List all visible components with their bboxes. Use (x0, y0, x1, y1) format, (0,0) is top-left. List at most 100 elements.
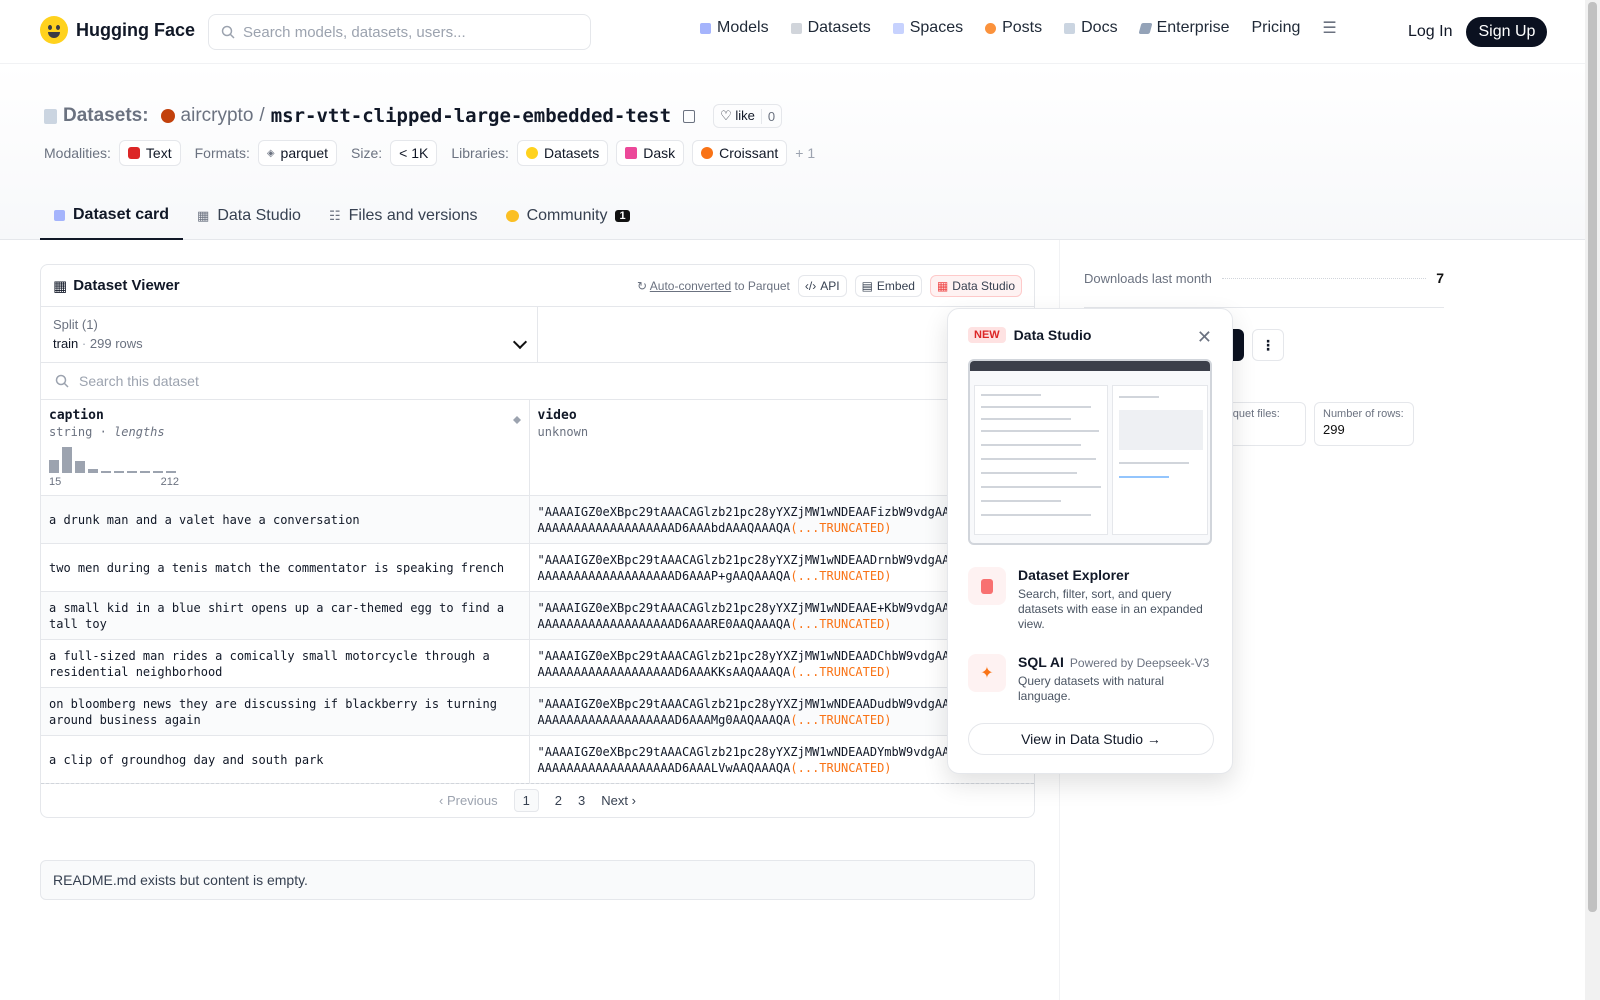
table-icon: ▦ (197, 208, 210, 223)
table-row[interactable]: a small kid in a blue shirt opens up a c… (41, 592, 1034, 640)
tag-library-datasets[interactable]: Datasets (516, 140, 609, 166)
more-options-icon[interactable]: ⋮ (1252, 329, 1284, 361)
histogram-bar (127, 471, 137, 473)
formats-label: Formats: (194, 145, 250, 161)
caption-cell[interactable]: two men during a tenis match the comment… (41, 544, 530, 591)
repo-name[interactable]: msr-vtt-clipped-large-embedded-test (271, 105, 671, 127)
truncated-label: (...TRUNCATED) (790, 664, 892, 679)
tab-files-and-versions[interactable]: ☷ Files and versions (315, 196, 492, 240)
histogram-bar (75, 461, 85, 473)
like-count: 0 (760, 108, 781, 124)
page-1-button[interactable]: 1 (513, 789, 539, 812)
docs-icon (1064, 22, 1076, 34)
histogram-bar (49, 460, 59, 473)
table-row[interactable]: on bloomberg news they are discussing if… (41, 688, 1034, 736)
global-search[interactable] (208, 14, 591, 50)
tag-modality-text[interactable]: Text (118, 140, 181, 166)
view-in-data-studio-button[interactable]: View in Data Studio → (968, 723, 1214, 755)
like-button[interactable]: ♡ like 0 (713, 104, 783, 128)
section-label[interactable]: Datasets: (63, 105, 149, 127)
nav-docs[interactable]: Docs (1064, 19, 1118, 37)
caption-cell[interactable]: a full-sized man rides a comically small… (41, 640, 530, 687)
repo-owner[interactable]: aircrypto (181, 105, 254, 127)
search-icon (221, 25, 235, 39)
tag-format-parquet[interactable]: ◈ parquet (257, 140, 338, 166)
data-studio-button[interactable]: ▦ Data Studio (929, 274, 1022, 297)
login-button[interactable]: Log In (1408, 23, 1452, 41)
nav-posts[interactable]: Posts (985, 19, 1042, 37)
pagination: ‹ Previous 1 2 3 Next › (41, 783, 1034, 817)
tag-library-dask[interactable]: Dask (616, 140, 685, 166)
embed-button[interactable]: ▤ Embed (854, 274, 922, 297)
close-icon[interactable]: ✕ (1197, 327, 1212, 348)
histogram-bar (153, 471, 163, 473)
table-row[interactable]: a drunk man and a valet have a conversat… (41, 496, 1034, 544)
table-row[interactable]: two men during a tenis match the comment… (41, 544, 1034, 592)
embed-icon: ▤ (861, 278, 873, 293)
video-line-2: AAAAAAAAAAAAAAAAAAAD6AAAMg0AAQAAAQA (537, 712, 791, 727)
nav-pricing[interactable]: Pricing (1251, 19, 1300, 37)
files-icon: ☷ (328, 208, 341, 223)
sort-icon[interactable] (512, 412, 521, 424)
table-row[interactable]: a full-sized man rides a comically small… (41, 640, 1034, 688)
grid-icon: ▦ (53, 277, 68, 295)
tab-community[interactable]: Community 1 (492, 196, 644, 240)
brand-name: Hugging Face (76, 19, 196, 40)
column-headers: caption string · lengths 15 212 video unk… (41, 400, 1034, 496)
copy-icon[interactable] (683, 109, 696, 123)
path-separator: / (259, 105, 265, 126)
top-navbar: Hugging Face Models Datasets Spaces Post… (0, 0, 1585, 64)
truncated-label: (...TRUNCATED) (790, 568, 892, 583)
caption-cell[interactable]: on bloomberg news they are discussing if… (41, 688, 530, 735)
repo-header: Datasets: aircrypto / msr-vtt-clipped-la… (0, 64, 1585, 240)
brand-logo[interactable]: Hugging Face (40, 16, 195, 44)
tag-size[interactable]: < 1K (390, 140, 438, 166)
owner-avatar-icon (160, 109, 175, 123)
nav-more-menu-icon[interactable]: ☰ (1322, 18, 1336, 38)
truncated-label: (...TRUNCATED) (790, 520, 892, 535)
truncated-label: (...TRUNCATED) (790, 760, 892, 775)
rows-stat: Number of rows: 299 (1314, 402, 1414, 446)
datasets-library-icon (525, 147, 538, 159)
refresh-icon: ↻ (637, 278, 648, 293)
page-2-button[interactable]: 2 (555, 793, 562, 808)
tag-library-croissant[interactable]: Croissant (692, 140, 788, 166)
column-name: caption (49, 408, 104, 423)
readme-notice: README.md exists but content is empty. (40, 860, 1035, 900)
dataset-search-placeholder: Search this dataset (79, 373, 199, 389)
next-page-button[interactable]: Next › (601, 793, 636, 808)
data-studio-icon: ▦ (936, 278, 949, 293)
sparkle-icon: ✦ (968, 654, 1006, 692)
page-scrollbar[interactable] (1585, 0, 1600, 1000)
split-selector[interactable]: Split (1) train · 299 rows (41, 307, 538, 362)
global-search-input[interactable] (243, 23, 573, 41)
nav-datasets[interactable]: Datasets (790, 19, 871, 37)
tab-dataset-card[interactable]: Dataset card (40, 196, 184, 240)
caption-cell[interactable]: a clip of groundhog day and south park (41, 736, 530, 783)
truncated-label: (...TRUNCATED) (790, 712, 892, 727)
downloads-stat: Downloads last month 7 (1084, 270, 1444, 286)
more-libraries[interactable]: + 1 (795, 145, 815, 161)
scrollbar-thumb[interactable] (1588, 2, 1597, 912)
dask-icon (625, 147, 638, 159)
dataset-search[interactable]: Search this dataset (41, 363, 1034, 400)
table-body: a drunk man and a valet have a conversat… (41, 496, 1034, 784)
feature-sql-ai: ✦ SQL AI Powered by Deepseek-V3 Query dat… (968, 654, 1212, 704)
feature-dataset-explorer: Dataset Explorer Search, filter, sort, a… (968, 567, 1212, 632)
signup-button[interactable]: Sign Up (1466, 17, 1548, 47)
api-button[interactable]: ‹/› API (797, 274, 847, 297)
table-row[interactable]: a clip of groundhog day and south park "A… (41, 736, 1034, 784)
page-3-button[interactable]: 3 (578, 793, 585, 808)
nav-models[interactable]: Models (700, 19, 769, 37)
community-icon (505, 210, 519, 222)
nav-spaces[interactable]: Spaces (892, 19, 963, 37)
split-rows: 299 rows (89, 336, 143, 351)
previous-page-button[interactable]: ‹ Previous (439, 793, 498, 808)
caption-cell[interactable]: a small kid in a blue shirt opens up a c… (41, 592, 530, 639)
nav-enterprise[interactable]: Enterprise (1138, 19, 1229, 37)
heart-icon: ♡ like (720, 108, 755, 123)
column-caption[interactable]: caption string · lengths 15 212 (41, 400, 530, 495)
auto-converted-link[interactable]: ↻ Auto-converted to Parquet (637, 279, 790, 293)
tab-data-studio[interactable]: ▦ Data Studio (183, 196, 315, 240)
caption-cell[interactable]: a drunk man and a valet have a conversat… (41, 496, 530, 543)
